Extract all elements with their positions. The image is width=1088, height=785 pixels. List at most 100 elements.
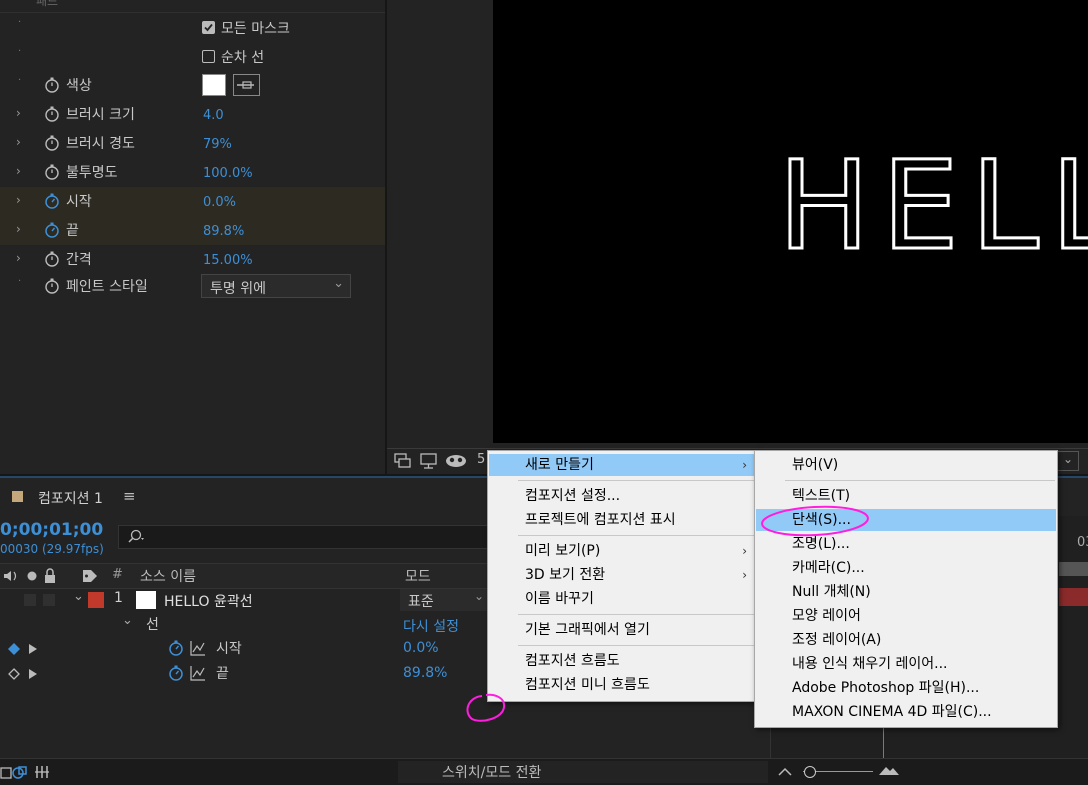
zoom-slider-thumb[interactable] bbox=[804, 766, 816, 778]
composition-tab[interactable]: 컴포지션 1 bbox=[38, 488, 103, 508]
start-property-label: 시작 bbox=[216, 641, 242, 657]
menu-item-composition-flowchart[interactable]: 컴포지션 흐름도 bbox=[489, 650, 755, 672]
chevron-down-icon[interactable]: ⌄ bbox=[73, 589, 84, 604]
snapshot-icon[interactable] bbox=[394, 453, 412, 469]
frame-blend-icon[interactable] bbox=[12, 764, 28, 780]
property-value[interactable]: 100.0% bbox=[203, 166, 253, 181]
checkmark-icon bbox=[204, 23, 213, 32]
stopwatch-active-icon[interactable] bbox=[44, 193, 60, 209]
graph-icon[interactable] bbox=[190, 665, 206, 681]
keyframe-diamond-icon[interactable] bbox=[8, 643, 20, 655]
stopwatch-icon[interactable] bbox=[44, 251, 60, 267]
chevron-down-icon: ⌄ bbox=[1063, 452, 1074, 466]
context-menu: 새로 만들기 › 컴포지션 설정... 프로젝트에 컴포지션 표시 미리 보기(P… bbox=[487, 450, 757, 702]
mode-column[interactable]: 모드 bbox=[405, 566, 431, 586]
submenu-item-solid[interactable]: 단색(S)... bbox=[756, 509, 1056, 531]
toggle-switches-modes-button[interactable]: 스위치/모드 전환 bbox=[398, 761, 768, 783]
chevron-right-icon: › bbox=[742, 544, 747, 558]
start-property-value[interactable]: 0.0% bbox=[403, 640, 439, 656]
layer-mode-dropdown[interactable]: 표준 ⌄ bbox=[400, 589, 488, 611]
dropdown-value: 투명 위에 bbox=[210, 281, 266, 297]
stopwatch-active-icon[interactable] bbox=[168, 640, 184, 656]
composition-canvas[interactable]: HELLO bbox=[493, 0, 1088, 443]
label-tag-icon[interactable] bbox=[82, 569, 98, 583]
menu-item-composition-settings[interactable]: 컴포지션 설정... bbox=[489, 485, 755, 507]
panel-menu-icon[interactable]: ≡ bbox=[123, 487, 136, 505]
work-area-bar[interactable] bbox=[1059, 562, 1088, 576]
next-keyframe-icon[interactable] bbox=[28, 643, 38, 655]
stopwatch-active-icon[interactable] bbox=[44, 222, 60, 238]
menu-item-reveal-in-project[interactable]: 프로젝트에 컴포지션 표시 bbox=[489, 509, 755, 531]
menu-item-switch-3d-view[interactable]: 3D 보기 전환 › bbox=[489, 564, 755, 586]
toolbar-dropdown[interactable]: ⌄ bbox=[1057, 451, 1079, 471]
layer-number-column: # bbox=[112, 567, 123, 582]
property-value[interactable]: 0.0% bbox=[203, 195, 236, 210]
submenu-item-shape-layer[interactable]: 모양 레이어 bbox=[756, 605, 1056, 627]
menu-item-open-in-essential-graphics[interactable]: 기본 그래픽에서 열기 bbox=[489, 619, 755, 641]
stopwatch-icon[interactable] bbox=[44, 135, 60, 151]
chevron-right-icon[interactable]: › bbox=[16, 251, 21, 265]
display-icon[interactable] bbox=[420, 453, 438, 469]
property-value[interactable]: 15.00% bbox=[203, 253, 253, 268]
menu-item-preview[interactable]: 미리 보기(P) › bbox=[489, 540, 755, 562]
menu-item-new[interactable]: 새로 만들기 › bbox=[489, 454, 755, 476]
zoom-in-icon[interactable] bbox=[878, 763, 900, 777]
submenu-item-content-aware-fill-layer[interactable]: 내용 인식 채우기 레이어... bbox=[756, 653, 1056, 675]
solo-icon[interactable] bbox=[26, 570, 38, 582]
paint-style-dropdown[interactable]: 투명 위에 ⌄ bbox=[201, 274, 351, 298]
property-label: 간격 bbox=[66, 252, 92, 268]
reset-link[interactable]: 다시 설정 bbox=[403, 616, 459, 636]
menu-item-composition-mini-flowchart[interactable]: 컴포지션 미니 흐름도 bbox=[489, 674, 755, 696]
mask-icon[interactable] bbox=[445, 453, 467, 469]
chevron-right-icon[interactable]: › bbox=[16, 164, 21, 178]
submenu-item-photoshop-file[interactable]: Adobe Photoshop 파일(H)... bbox=[756, 677, 1056, 699]
property-value[interactable]: 89.8% bbox=[203, 224, 244, 239]
stopwatch-icon[interactable] bbox=[44, 278, 60, 294]
all-masks-checkbox[interactable] bbox=[202, 21, 215, 34]
partial-row-label: 패드 bbox=[36, 0, 59, 8]
next-keyframe-icon[interactable] bbox=[28, 668, 38, 680]
chevron-down-icon[interactable]: ⌄ bbox=[122, 613, 133, 628]
sequential-checkbox[interactable] bbox=[202, 50, 215, 63]
source-name-column[interactable]: 소스 이름 bbox=[140, 566, 196, 586]
property-value[interactable]: 79% bbox=[203, 137, 232, 152]
layer-duration-bar[interactable] bbox=[1059, 588, 1088, 606]
submenu-item-text[interactable]: 텍스트(T) bbox=[756, 485, 1056, 507]
graph-icon[interactable] bbox=[190, 640, 206, 656]
audio-icon[interactable] bbox=[2, 568, 22, 584]
property-label: 브러시 경도 bbox=[66, 136, 135, 152]
graph-editor-toggle-icon[interactable] bbox=[34, 764, 50, 780]
lock-icon[interactable] bbox=[43, 568, 57, 584]
submenu-item-cinema4d-file[interactable]: MAXON CINEMA 4D 파일(C)... bbox=[756, 701, 1056, 723]
property-row-brush-size: › 브러시 크기 4.0 bbox=[0, 100, 385, 129]
stopwatch-icon[interactable] bbox=[44, 77, 60, 93]
layer-label-color[interactable] bbox=[88, 592, 104, 608]
chevron-right-icon[interactable]: › bbox=[16, 106, 21, 120]
property-label: 페인트 스타일 bbox=[66, 279, 148, 295]
keyframe-diamond-outline-icon[interactable] bbox=[8, 668, 20, 680]
end-property-value[interactable]: 89.8% bbox=[403, 665, 447, 681]
toolbar-partial-text[interactable]: 5 bbox=[477, 452, 485, 467]
stopwatch-active-icon[interactable] bbox=[168, 665, 184, 681]
chevron-right-icon[interactable]: › bbox=[16, 193, 21, 207]
submenu-item-adjustment-layer[interactable]: 조정 레이어(A) bbox=[756, 629, 1056, 651]
submenu-item-camera[interactable]: 카메라(C)... bbox=[756, 557, 1056, 579]
chevron-right-icon[interactable]: › bbox=[16, 222, 21, 236]
submenu-item-null-object[interactable]: Null 개체(N) bbox=[756, 581, 1056, 603]
lock-toggle[interactable] bbox=[43, 594, 55, 606]
current-timecode[interactable]: 0;00;01;00 bbox=[0, 520, 103, 540]
chevron-right-icon[interactable]: › bbox=[16, 135, 21, 149]
chevron-down-icon: ⌄ bbox=[333, 276, 344, 291]
eyedropper-button[interactable] bbox=[233, 74, 260, 96]
stopwatch-icon[interactable] bbox=[44, 164, 60, 180]
property-value[interactable]: 4.0 bbox=[203, 108, 224, 123]
solo-toggle[interactable] bbox=[24, 594, 36, 606]
submenu-item-light[interactable]: 조명(L)... bbox=[756, 533, 1056, 555]
color-swatch[interactable] bbox=[202, 74, 226, 96]
submenu-item-viewer[interactable]: 뷰어(V) bbox=[756, 454, 1056, 476]
layer-name[interactable]: HELLO 윤곽선 bbox=[164, 591, 253, 611]
stopwatch-icon[interactable] bbox=[44, 106, 60, 122]
menu-item-rename[interactable]: 이름 바꾸기 bbox=[489, 588, 755, 610]
zoom-out-icon[interactable] bbox=[778, 765, 792, 777]
layer-search-input[interactable] bbox=[118, 525, 498, 549]
